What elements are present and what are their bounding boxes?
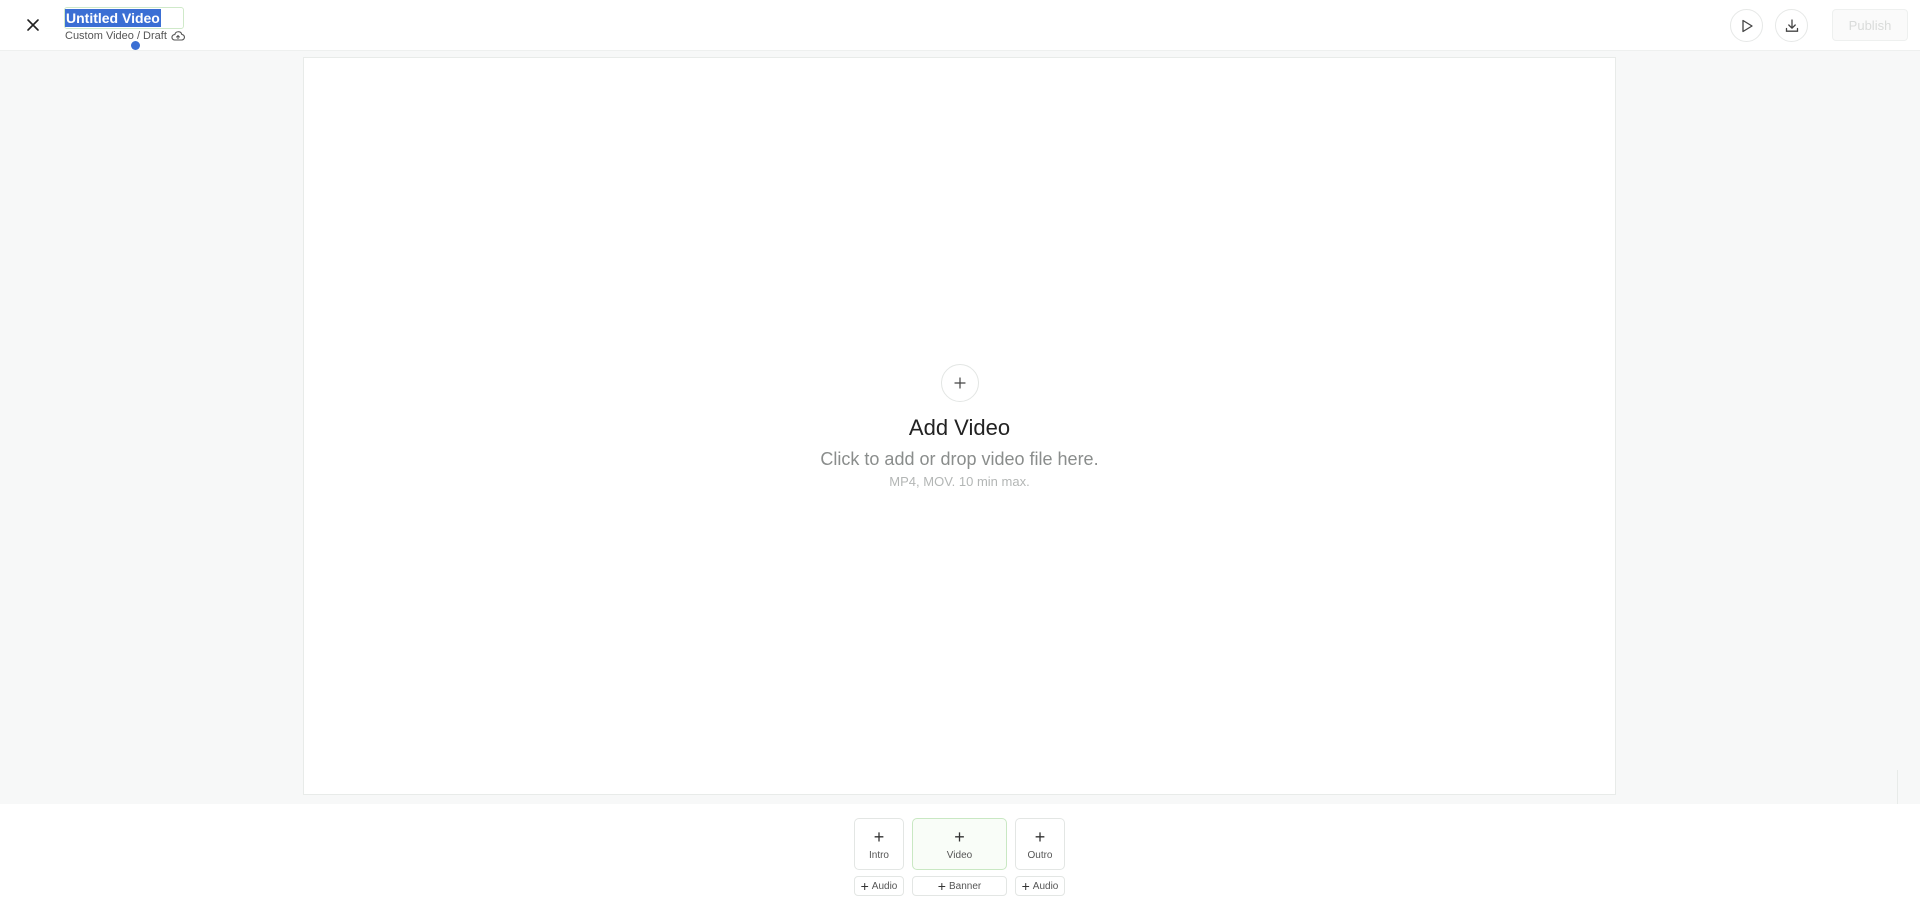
close-icon (27, 19, 39, 31)
text-selection-handle[interactable] (131, 41, 140, 50)
outro-slot[interactable]: + Outro (1015, 818, 1065, 870)
preview-button[interactable] (1730, 9, 1763, 42)
plus-icon: + (1034, 826, 1046, 847)
banner-label: Banner (948, 880, 982, 892)
intro-slot[interactable]: + Intro (854, 818, 904, 870)
plus-icon: + (954, 826, 965, 847)
top-bar: Untitled Video Custom Video / Draft Publ… (0, 0, 1920, 51)
add-outro-audio-button[interactable]: + Audio (1015, 876, 1065, 896)
add-video-hint: MP4, MOV. 10 min max. (889, 474, 1030, 489)
play-icon (1741, 19, 1753, 32)
download-icon (1785, 18, 1798, 32)
add-video-description: Click to add or drop video file here. (820, 449, 1099, 469)
add-video-button[interactable] (941, 364, 979, 402)
intro-label: Intro (868, 849, 889, 861)
title-field[interactable]: Untitled Video (64, 7, 184, 29)
audio-label: Audio (1032, 880, 1059, 892)
outro-label: Outro (1027, 849, 1053, 861)
add-banner-button[interactable]: + Banner (912, 876, 1007, 896)
video-slot[interactable]: + Video (912, 818, 1007, 870)
close-button[interactable] (20, 12, 46, 38)
plus-icon: + (1021, 878, 1030, 894)
plus-icon: + (873, 826, 885, 847)
audio-label: Audio (871, 880, 898, 892)
cloud-upload-icon (171, 31, 185, 41)
add-video-title: Add Video (908, 415, 1011, 440)
breadcrumb: Custom Video / Draft (65, 30, 185, 42)
download-button[interactable] (1775, 9, 1808, 42)
add-intro-audio-button[interactable]: + Audio (854, 876, 904, 896)
video-canvas[interactable]: Add Video Click to add or drop video fil… (303, 57, 1616, 795)
plus-icon: + (937, 878, 946, 894)
breadcrumb-text: Custom Video / Draft (65, 30, 167, 42)
video-label: Video (946, 849, 973, 861)
plus-icon: + (860, 878, 869, 894)
plus-icon (954, 377, 966, 389)
publish-button[interactable]: Publish (1832, 9, 1908, 41)
video-title-input[interactable]: Untitled Video (65, 9, 161, 27)
